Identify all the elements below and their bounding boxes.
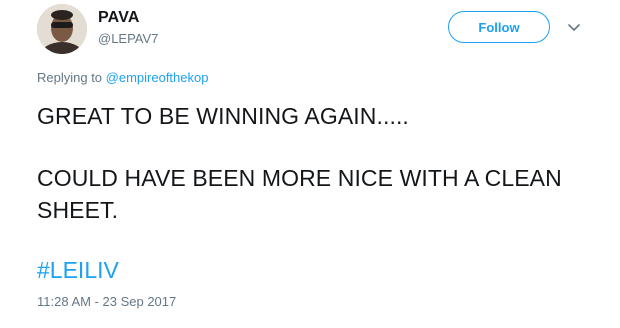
timestamp[interactable]: 11:28 AM - 23 Sep 2017 [37, 294, 176, 309]
follow-button[interactable]: Follow [448, 11, 550, 43]
avatar-image [37, 4, 87, 54]
replying-to-label: Replying to [37, 70, 106, 85]
avatar[interactable] [37, 4, 87, 54]
tweet-text-line-2: COULD HAVE BEEN MORE NICE WITH A CLEAN S… [37, 165, 562, 223]
reply-mention-link[interactable]: @empireofthekop [106, 70, 209, 85]
replying-to: Replying to @empireofthekop [37, 70, 208, 85]
chevron-down-icon[interactable] [566, 20, 582, 34]
tweet-text-line-1: GREAT TO BE WINNING AGAIN..... [37, 103, 409, 129]
user-handle[interactable]: @LEPAV7 [98, 31, 158, 46]
tweet-card: PAVA @LEPAV7 Follow Replying to @empireo… [0, 0, 620, 328]
tweet-text: GREAT TO BE WINNING AGAIN..... COULD HAV… [37, 100, 597, 226]
display-name[interactable]: PAVA [98, 9, 140, 27]
hashtag-link[interactable]: #LEILIV [37, 254, 119, 286]
